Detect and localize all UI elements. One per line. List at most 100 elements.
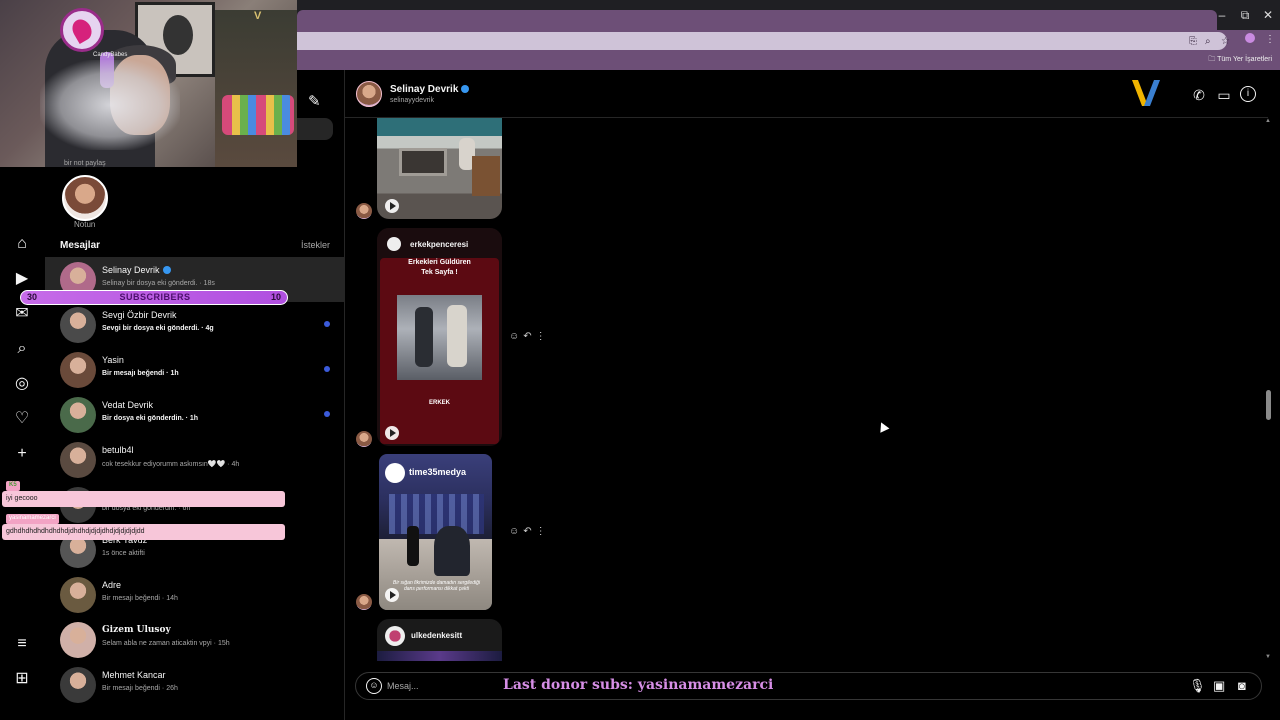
post-account-avatar: [385, 626, 405, 646]
bookmarks-bar: 🗀 Tüm Yer İşaretleri: [297, 52, 1280, 70]
sender-avatar: [356, 203, 372, 219]
shared-reel-message[interactable]: time35medya Bir sığan fikrimizde damadın…: [379, 454, 492, 610]
explore-icon[interactable]: ◎: [11, 373, 33, 395]
chat-contact-name[interactable]: Selinay Devrik: [390, 84, 470, 95]
image-icon[interactable]: ▣: [1213, 678, 1225, 694]
conversation-item[interactable]: Yasin Bir mesajı beğendi · 1h: [45, 347, 345, 392]
conversation-preview: 1s önce aktifti: [102, 550, 145, 557]
address-bar[interactable]: ⎘ ⌕ ☆: [297, 32, 1230, 50]
play-icon: [385, 199, 399, 213]
close-button[interactable]: ✕: [1257, 8, 1279, 22]
reels-icon[interactable]: ▶: [11, 268, 33, 290]
subscribers-right-count: 10: [270, 292, 281, 302]
note-avatar[interactable]: [62, 175, 108, 221]
unread-dot: [324, 411, 330, 417]
avatar: [60, 622, 96, 658]
video-call-icon[interactable]: ▭: [1215, 86, 1233, 104]
browser-titlebar: – ⧉ ✕: [297, 0, 1280, 30]
more-menu-icon[interactable]: ≡: [11, 633, 33, 655]
bench: [472, 156, 500, 196]
emoji-icon[interactable]: ☺: [366, 678, 382, 694]
all-bookmarks-link[interactable]: 🗀 Tüm Yer İşaretleri: [1208, 55, 1272, 66]
groom: [407, 526, 419, 566]
vape-cloud: [40, 60, 180, 150]
conversation-preview: Sevgi bir dosya eki gönderdi. · 4g: [102, 325, 214, 332]
post-image: [377, 651, 502, 661]
last-donor-text: Last donor subs: yasinamamezarci: [503, 677, 774, 693]
conversation-name: Yasin: [102, 355, 124, 365]
bookmark-star-icon[interactable]: ☆: [1221, 36, 1230, 47]
react-icon[interactable]: ☺: [509, 331, 523, 342]
sender-avatar: [356, 594, 372, 610]
apps-icon[interactable]: ⊞: [11, 668, 33, 690]
reply-icon[interactable]: ↶: [523, 331, 535, 342]
conversation-item[interactable]: Sevgi Özbir Devrik Sevgi bir dosya eki g…: [45, 302, 345, 347]
conversation-name: Adre: [102, 580, 122, 590]
conversation-item[interactable]: Vedat Devrik Bir dosya eki gönderdin. · …: [45, 392, 345, 437]
conversation-name: Sevgi Özbir Devrik: [102, 310, 177, 320]
shared-video-message[interactable]: [377, 118, 502, 219]
reply-icon[interactable]: ↶: [523, 526, 535, 537]
conversation-preview: Bir mesajı beğendi · 1h: [102, 370, 179, 377]
microphone-icon[interactable]: 🎙: [1189, 678, 1206, 694]
scroll-up-icon[interactable]: ▲: [1265, 118, 1271, 124]
avatar: [60, 667, 96, 703]
scroll-down-icon[interactable]: ▼: [1265, 654, 1271, 660]
browser-toolbar: ⎘ ⌕ ☆ ⋮: [297, 30, 1280, 52]
hall-lights: [389, 494, 484, 534]
play-icon: [385, 588, 399, 602]
more-options-icon[interactable]: ⋮: [536, 526, 550, 537]
chat-message: iyi gecooo: [2, 491, 285, 507]
message-input[interactable]: Mesaj...: [387, 681, 419, 691]
fire-pit: [399, 148, 447, 176]
react-icon[interactable]: ☺: [509, 526, 523, 537]
post-photo: [397, 295, 482, 380]
info-icon[interactable]: i: [1240, 86, 1256, 102]
phone-call-icon[interactable]: ✆: [1190, 86, 1208, 104]
search-icon[interactable]: ⌕: [11, 338, 33, 360]
conversation-item[interactable]: Mehmet Kancar Bir mesajı beğendi · 26h: [45, 662, 345, 707]
notifications-icon[interactable]: ♡: [11, 408, 33, 430]
conversation-item[interactable]: betulb4l cok tesekkur ediyorumm askımsın…: [45, 437, 345, 482]
note-caption: bir not paylaş: [64, 160, 106, 167]
create-icon[interactable]: +: [11, 443, 33, 465]
conversation-preview: cok tesekkur ediyorumm askımsın🤍🤍 · 4h: [102, 461, 240, 468]
message-composer[interactable]: ☺ Mesaj... 🎙 ▣ ◙: [355, 672, 1262, 700]
requests-link[interactable]: İstekler: [301, 240, 330, 250]
install-icon[interactable]: ⎘: [1189, 36, 1197, 47]
restore-button[interactable]: ⧉: [1234, 8, 1256, 23]
post-brand: ERKEK: [428, 400, 450, 406]
avatar: [60, 397, 96, 433]
conversation-item[interactable]: Gizem Ulusoy Selam abla ne zaman aticakt…: [45, 617, 345, 662]
shared-post-card[interactable]: erkekpenceresi Erkekleri Güldüren Tek Sa…: [377, 228, 502, 446]
subscribers-label: SUBSCRIBERS: [119, 292, 191, 302]
unread-dot: [324, 366, 330, 372]
messenger-icon[interactable]: ✉: [11, 303, 33, 325]
post-account-name: ulkedenkesitt: [411, 631, 463, 640]
nav-rail: ⌂ ▶ ✉ ⌕ ◎ ♡ + ≡ ⊞: [0, 167, 45, 720]
scroll-thumb[interactable]: [1266, 390, 1271, 420]
chat-user-badge: yasinamamezarci: [6, 514, 59, 524]
chat-scrollbar[interactable]: ▲ ▼: [1265, 118, 1271, 663]
shared-post-card[interactable]: ulkedenkesitt: [377, 619, 502, 661]
chat-username: selinayydevrik: [390, 97, 434, 104]
chat-user-badge: K5: [6, 481, 20, 491]
play-icon: [385, 426, 399, 440]
profile-icon[interactable]: [1245, 33, 1255, 43]
avatar: [60, 442, 96, 478]
sticker-icon[interactable]: ◙: [1238, 678, 1246, 693]
post-account-avatar: [385, 463, 405, 483]
compose-icon[interactable]: ✎: [308, 92, 326, 110]
name-text: Selinay Devrik: [102, 265, 160, 275]
minimize-button[interactable]: –: [1211, 8, 1233, 22]
chat-avatar[interactable]: [356, 81, 382, 107]
webcam-caption: CandyBabes: [93, 52, 128, 58]
conversation-item[interactable]: Adre Bir mesajı beğendi · 14h: [45, 572, 345, 617]
menu-dots-icon[interactable]: ⋮: [1265, 34, 1275, 45]
home-icon[interactable]: ⌂: [11, 233, 33, 255]
search-field[interactable]: [297, 118, 333, 140]
zoom-icon[interactable]: ⌕: [1205, 36, 1211, 47]
conversation-name: Gizem Ulusoy: [102, 625, 171, 635]
more-options-icon[interactable]: ⋮: [536, 331, 550, 342]
message-actions: ☺↶⋮: [509, 331, 550, 342]
